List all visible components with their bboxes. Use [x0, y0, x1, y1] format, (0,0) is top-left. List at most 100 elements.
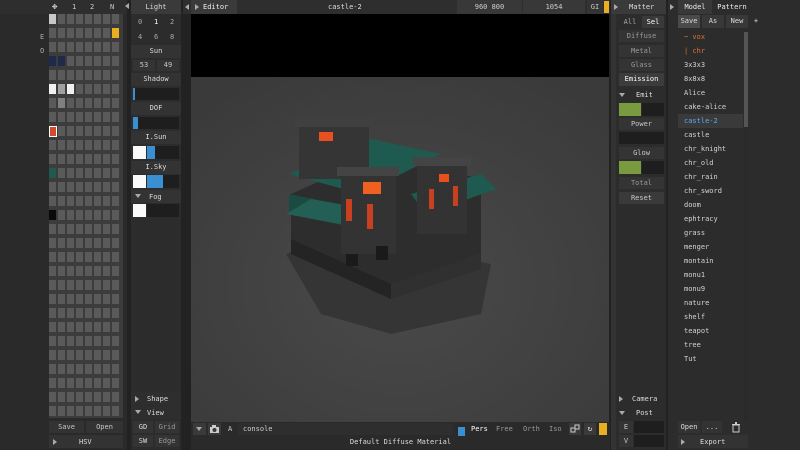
palette-swatch[interactable]	[76, 224, 84, 235]
console-input[interactable]: console	[238, 423, 453, 435]
palette-swatch[interactable]	[112, 364, 120, 375]
isky-slider[interactable]	[147, 175, 179, 188]
palette-swatch[interactable]	[76, 266, 84, 277]
palette-swatch[interactable]	[76, 308, 84, 319]
filter-sel[interactable]: Sel	[642, 16, 664, 28]
palette-swatch[interactable]	[67, 42, 75, 53]
palette-swatch[interactable]	[76, 406, 84, 417]
palette-swatch[interactable]	[49, 294, 57, 305]
model-add-button[interactable]: +	[750, 15, 762, 28]
collapse-left-icon[interactable]	[125, 3, 129, 9]
reset-button[interactable]: Reset	[619, 192, 664, 204]
palette-swatch[interactable]	[85, 168, 93, 179]
palette-swatch[interactable]	[103, 196, 111, 207]
palette-swatch[interactable]	[112, 322, 120, 333]
palette-swatch[interactable]	[58, 196, 66, 207]
palette-swatch[interactable]	[85, 98, 93, 109]
model-list-item[interactable]: teapot	[678, 324, 743, 338]
palette-swatch[interactable]	[67, 98, 75, 109]
light-preset-0[interactable]: 0	[138, 18, 142, 26]
model-list-item[interactable]: Tut	[678, 352, 743, 366]
palette-swatch[interactable]	[112, 350, 120, 361]
palette-swatch[interactable]	[85, 280, 93, 291]
palette-tab-1[interactable]: 1	[72, 3, 76, 11]
hsv-section[interactable]: HSV	[49, 435, 123, 448]
palette-swatch[interactable]	[58, 98, 66, 109]
palette-swatch[interactable]	[49, 98, 57, 109]
model-list-item[interactable]: 8x8x8	[678, 72, 743, 86]
palette-swatch[interactable]	[76, 84, 84, 95]
model-list-item[interactable]: shelf	[678, 310, 743, 324]
gi-toggle[interactable]: GI	[587, 0, 603, 14]
palette-swatch[interactable]	[94, 406, 102, 417]
palette-swatch[interactable]	[67, 56, 75, 67]
post-v-button[interactable]: V	[619, 435, 633, 447]
render-viewport[interactable]	[191, 14, 609, 422]
palette-swatch[interactable]	[58, 140, 66, 151]
palette-swatch[interactable]	[94, 182, 102, 193]
palette-swatch[interactable]	[58, 322, 66, 333]
palette-swatch[interactable]	[112, 224, 120, 235]
palette-swatch[interactable]	[76, 350, 84, 361]
tab-pattern[interactable]: Pattern	[713, 0, 751, 14]
palette-swatch[interactable]	[112, 238, 120, 249]
model-list-item[interactable]: chr_sword	[678, 184, 743, 198]
palette-swatch[interactable]	[94, 168, 102, 179]
palette-swatch[interactable]	[49, 392, 57, 403]
palette-swatch[interactable]	[67, 112, 75, 123]
model-list-item[interactable]: cake-alice	[678, 100, 743, 114]
palette-swatch[interactable]	[49, 350, 57, 361]
light-preset-2[interactable]: 2	[170, 18, 174, 26]
model-list-item[interactable]: grass	[678, 226, 743, 240]
palette-swatch[interactable]	[49, 238, 57, 249]
palette-swatch[interactable]	[49, 210, 57, 221]
palette-swatch[interactable]	[103, 14, 111, 25]
model-save-button[interactable]: Save	[678, 15, 700, 28]
model-list-item[interactable]: doom	[678, 198, 743, 212]
palette-swatch[interactable]	[58, 336, 66, 347]
palette-swatch[interactable]	[58, 84, 66, 95]
grid-toggle[interactable]: Grid	[155, 421, 179, 433]
palette-swatch[interactable]	[85, 196, 93, 207]
palette-swatch[interactable]	[85, 182, 93, 193]
palette-swatch[interactable]	[103, 322, 111, 333]
palette-swatch[interactable]	[58, 266, 66, 277]
palette-swatch[interactable]	[76, 182, 84, 193]
material-diffuse[interactable]: Diffuse	[619, 30, 664, 42]
palette-swatch[interactable]	[76, 168, 84, 179]
palette-swatch[interactable]	[58, 294, 66, 305]
camera-icon[interactable]	[208, 423, 221, 435]
palette-swatch[interactable]	[67, 308, 75, 319]
move-icon[interactable]: ✥	[52, 2, 62, 12]
view-section[interactable]: View	[131, 406, 181, 419]
model-list-item[interactable]: Alice	[678, 86, 743, 100]
fog-slider[interactable]	[147, 204, 179, 217]
palette-swatch[interactable]	[49, 126, 57, 137]
palette-swatch[interactable]	[58, 112, 66, 123]
palette-swatch[interactable]	[49, 252, 57, 263]
model-new-button[interactable]: New	[726, 15, 748, 28]
palette-swatch[interactable]	[94, 126, 102, 137]
palette-swatch[interactable]	[103, 28, 111, 39]
palette-swatch[interactable]	[103, 308, 111, 319]
light-preset-1[interactable]: 1	[154, 18, 158, 26]
isun-color-swatch[interactable]	[133, 146, 146, 159]
palette-swatch[interactable]	[49, 224, 57, 235]
palette-swatch[interactable]	[112, 378, 120, 389]
palette-swatch[interactable]	[94, 392, 102, 403]
palette-swatch[interactable]	[112, 154, 120, 165]
palette-swatch[interactable]	[85, 392, 93, 403]
palette-swatch[interactable]	[67, 280, 75, 291]
light-preset-6[interactable]: 6	[154, 33, 158, 41]
palette-swatch[interactable]	[76, 280, 84, 291]
palette-swatch[interactable]	[76, 28, 84, 39]
editor-tab[interactable]: Editor	[191, 0, 237, 14]
palette-swatch[interactable]	[94, 28, 102, 39]
palette-swatch[interactable]	[58, 378, 66, 389]
palette-swatch[interactable]	[49, 378, 57, 389]
palette-swatch[interactable]	[85, 210, 93, 221]
palette-swatch[interactable]	[67, 406, 75, 417]
palette-swatch[interactable]	[94, 112, 102, 123]
palette-save-button[interactable]: Save	[49, 421, 84, 433]
palette-swatch[interactable]	[94, 84, 102, 95]
